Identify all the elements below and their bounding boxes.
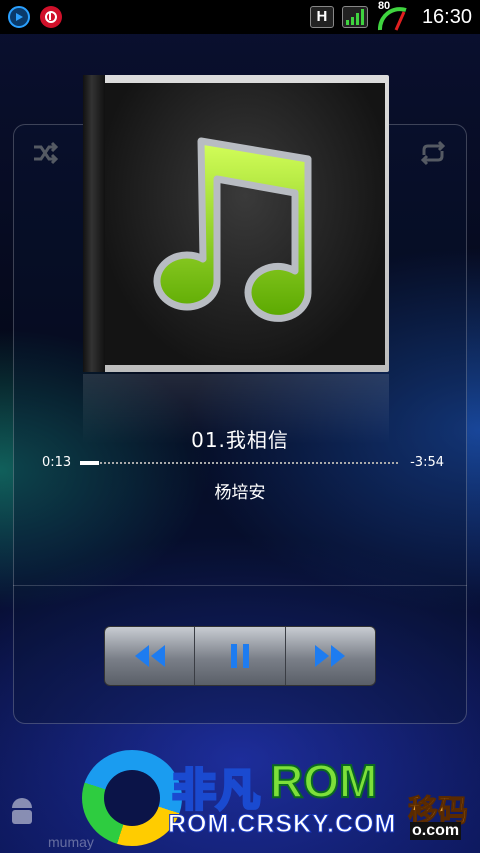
- battery-gauge-icon: 80: [376, 0, 410, 32]
- elapsed-time: 0:13: [42, 455, 72, 470]
- clock: 16:30: [421, 5, 472, 28]
- album-cover: [105, 83, 385, 365]
- watermark: 非凡 ROM ROM.CRSKY.COM 移码 o.com mumay: [0, 742, 480, 853]
- repeat-icon[interactable]: [418, 138, 448, 168]
- watermark-cn: 非凡: [171, 764, 262, 818]
- fast-forward-icon: [315, 645, 346, 667]
- album-spine: [83, 75, 105, 372]
- crsky-logo: [82, 750, 182, 846]
- watermark-rom: ROM: [269, 754, 378, 808]
- watermark-small-text: mumay: [48, 834, 94, 850]
- rewind-icon: [134, 645, 165, 667]
- pause-button[interactable]: [195, 627, 286, 685]
- media-play-icon[interactable]: [8, 6, 30, 28]
- pause-icon: [230, 644, 249, 668]
- divider: [13, 585, 467, 586]
- artist-name: 杨培安: [214, 483, 266, 503]
- fast-forward-button[interactable]: [286, 627, 375, 685]
- track-title: 01.我相信: [191, 428, 289, 452]
- shuffle-icon[interactable]: [30, 138, 60, 168]
- seek-progress: [80, 461, 100, 465]
- transport-controls: [104, 626, 376, 686]
- status-bar: H 80 16:30: [0, 0, 480, 34]
- seek-bar[interactable]: [80, 461, 398, 465]
- android-icon: [12, 798, 32, 824]
- remaining-time: -3:54: [410, 455, 444, 470]
- signal-icon: [341, 6, 368, 28]
- music-note-icon: [153, 137, 312, 322]
- album-art[interactable]: [83, 75, 389, 372]
- watermark-url: ROM.CRSKY.COM: [167, 810, 397, 839]
- hspa-icon: H: [309, 6, 334, 28]
- rewind-button[interactable]: [105, 627, 196, 685]
- beats-audio-icon: [40, 6, 62, 28]
- watermark-side-domain: o.com: [410, 822, 462, 840]
